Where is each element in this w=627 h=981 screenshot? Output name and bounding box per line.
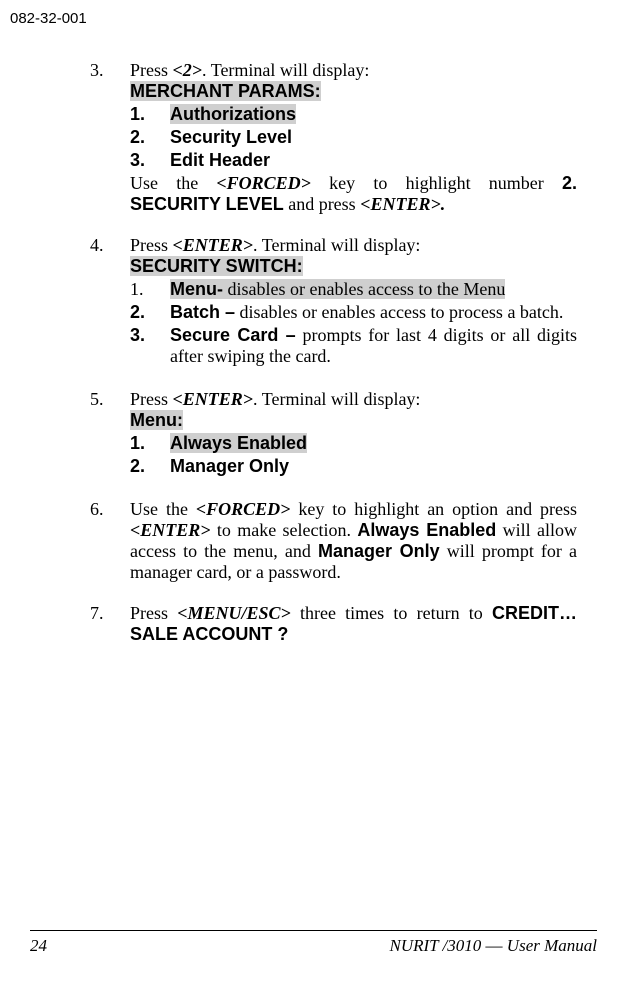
display-header: MERCHANT PARAMS: [130, 81, 321, 101]
sublist-text: Manager Only [170, 456, 577, 477]
step-body: Use the <FORCED> key to highlight an opt… [130, 499, 577, 583]
step-number: 4. [90, 235, 130, 369]
desc: disables or enables access to process a … [235, 302, 563, 322]
step-number: 5. [90, 389, 130, 479]
label: Secure Card – [170, 325, 296, 345]
sublist-number: 1. [130, 279, 170, 300]
key-enter: <ENTER> [130, 520, 211, 540]
desc: disables or enables access to the Menu [223, 279, 505, 299]
text: Press [130, 603, 177, 623]
step-6: 6. Use the <FORCED> key to highlight an … [90, 499, 577, 583]
display-header: SECURITY SWITCH: [130, 256, 303, 276]
label: Security Level [170, 127, 292, 147]
sublist-number: 3. [130, 150, 170, 171]
label: Always Enabled [170, 433, 307, 453]
sublist-item: 3. Edit Header [130, 150, 577, 171]
text: key to highlight an option and press [290, 499, 577, 519]
step-number: 3. [90, 60, 130, 215]
page-number: 24 [30, 936, 47, 956]
step-body: Press <2>. Terminal will display: MERCHA… [130, 60, 577, 215]
page-content: 3. Press <2>. Terminal will display: MER… [90, 60, 577, 645]
text: . Terminal will display: [253, 389, 420, 409]
step-number: 7. [90, 603, 130, 645]
sublist-number: 1. [130, 104, 170, 125]
sublist-number: 1. [130, 433, 170, 454]
text: . Terminal will display: [253, 235, 420, 255]
sublist-number: 3. [130, 325, 170, 367]
text: key to highlight number [311, 173, 562, 193]
text: Use the [130, 499, 196, 519]
page-footer: 24 NURIT /3010 — User Manual [30, 936, 597, 956]
option-manager-only: Manager Only [318, 541, 440, 561]
product-name: NURIT /3010 [390, 936, 482, 955]
step-3: 3. Press <2>. Terminal will display: MER… [90, 60, 577, 215]
text: to make selection. [211, 520, 358, 540]
sublist-text: Menu- disables or enables access to the … [170, 279, 577, 300]
sublist-item: 2. Manager Only [130, 456, 577, 477]
sublist: 1. Menu- disables or enables access to t… [130, 279, 577, 367]
text: . Terminal will display: [202, 60, 369, 80]
step-body: Press <MENU/ESC> three times to return t… [130, 603, 577, 645]
text: Press [130, 60, 173, 80]
text: three times to return to [291, 603, 492, 623]
step-body: Press <ENTER>. Terminal will display: Me… [130, 389, 577, 479]
doc-type: User Manual [507, 936, 597, 955]
sublist-text: Edit Header [170, 150, 577, 171]
sublist-text: Secure Card – prompts for last 4 digits … [170, 325, 577, 367]
text: Press [130, 235, 173, 255]
sublist-text: Always Enabled [170, 433, 577, 454]
sublist-item: 1. Authorizations [130, 104, 577, 125]
key-forced: <FORCED> [216, 173, 311, 193]
sublist-item: 1. Always Enabled [130, 433, 577, 454]
footer-divider [30, 930, 597, 931]
key-menu-esc: <MENU/ESC> [177, 603, 291, 623]
option-always-enabled: Always Enabled [357, 520, 496, 540]
key-enter: <ENTER> [173, 235, 254, 255]
key-2: <2> [173, 60, 203, 80]
key-forced: <FORCED> [196, 499, 291, 519]
sublist-text: Batch – disables or enables access to pr… [170, 302, 577, 323]
label: Edit Header [170, 150, 270, 170]
label: Batch – [170, 302, 235, 322]
label: Manager Only [170, 456, 289, 476]
text: Use the [130, 173, 216, 193]
sublist-number: 2. [130, 127, 170, 148]
step-4: 4. Press <ENTER>. Terminal will display:… [90, 235, 577, 369]
key-enter: <ENTER>. [360, 194, 445, 214]
sublist-item: 2. Security Level [130, 127, 577, 148]
sublist-item: 3. Secure Card – prompts for last 4 digi… [130, 325, 577, 367]
step-7: 7. Press <MENU/ESC> three times to retur… [90, 603, 577, 645]
text: and press [284, 194, 360, 214]
label: Authorizations [170, 104, 296, 124]
sublist: 1. Authorizations 2. Security Level 3. E… [130, 104, 577, 171]
footer-right: NURIT /3010 — User Manual [390, 936, 598, 956]
step-number: 6. [90, 499, 130, 583]
sublist-item: 2. Batch – disables or enables access to… [130, 302, 577, 323]
sublist: 1. Always Enabled 2. Manager Only [130, 433, 577, 477]
sublist-text: Security Level [170, 127, 577, 148]
sublist-item: 1. Menu- disables or enables access to t… [130, 279, 577, 300]
text: Press [130, 389, 173, 409]
sublist-number: 2. [130, 456, 170, 477]
label: Menu- [170, 279, 223, 299]
dash: — [481, 936, 507, 955]
display-header: Menu: [130, 410, 183, 430]
sublist-number: 2. [130, 302, 170, 323]
step-body: Press <ENTER>. Terminal will display: SE… [130, 235, 577, 369]
document-id: 082-32-001 [10, 10, 87, 27]
key-enter: <ENTER> [173, 389, 254, 409]
sublist-text: Authorizations [170, 104, 577, 125]
step-5: 5. Press <ENTER>. Terminal will display:… [90, 389, 577, 479]
